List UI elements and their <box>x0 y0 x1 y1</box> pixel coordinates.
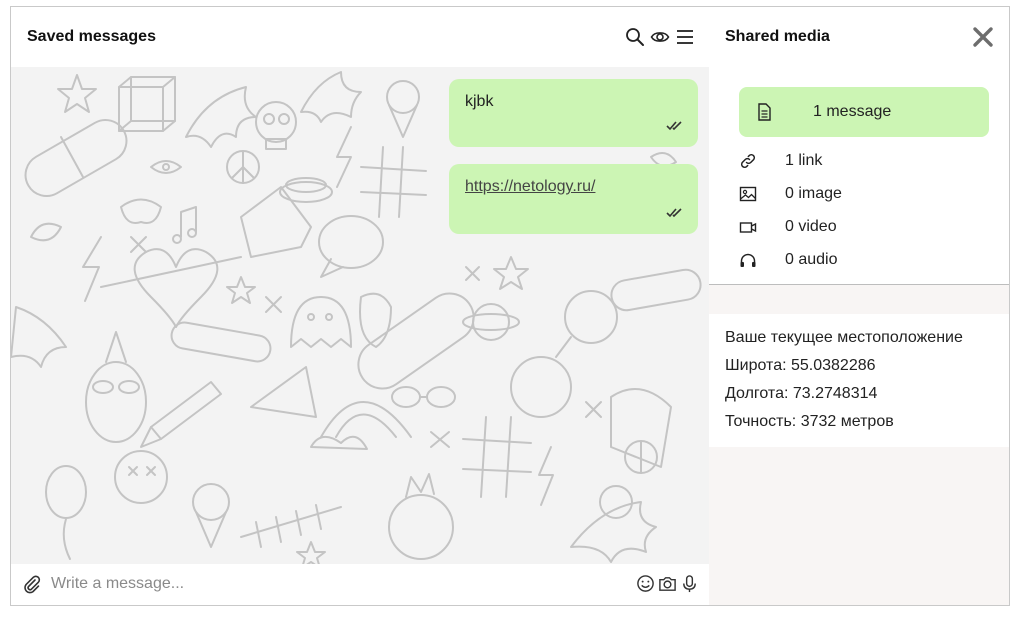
media-item-videos[interactable]: 0 video <box>739 212 989 242</box>
chat-panel: Saved messages kjbk https://netology.ru/… <box>11 7 709 605</box>
smiley-icon[interactable] <box>636 574 655 593</box>
header-actions <box>625 27 695 47</box>
shared-media-section: Shared media 1 message 1 link 0 image 0 … <box>709 7 1009 285</box>
message-link[interactable]: https://netology.ru/ <box>465 178 595 195</box>
close-icon[interactable] <box>971 25 995 49</box>
location-info: Ваше текущее местоположение Широта: 55.0… <box>709 314 1009 447</box>
media-item-label: 0 audio <box>785 251 838 268</box>
media-item-audio[interactable]: 0 audio <box>739 245 989 275</box>
paperclip-icon[interactable] <box>21 574 41 594</box>
media-item-label: 1 link <box>785 152 823 169</box>
message-composer <box>11 564 709 605</box>
media-item-images[interactable]: 0 image <box>739 179 989 209</box>
message-bubble[interactable]: kjbk <box>449 79 698 147</box>
document-icon <box>758 103 771 121</box>
latitude-value: Широта: 55.0382286 <box>725 357 876 374</box>
eye-icon[interactable] <box>650 27 670 47</box>
microphone-icon[interactable] <box>680 574 699 593</box>
composer-actions <box>636 574 699 593</box>
chat-title: Saved messages <box>27 28 156 45</box>
media-item-label: 0 image <box>785 185 842 202</box>
menu-icon[interactable] <box>675 27 695 47</box>
messenger-window: Saved messages kjbk https://netology.ru/… <box>10 6 1010 606</box>
message-list[interactable]: kjbk https://netology.ru/ <box>11 67 709 564</box>
video-icon <box>739 222 757 233</box>
media-item-label: 1 message <box>813 103 892 120</box>
message-bubble[interactable]: https://netology.ru/ <box>449 164 698 234</box>
media-item-label: 0 video <box>785 218 837 235</box>
search-icon[interactable] <box>625 27 645 47</box>
double-check-icon <box>666 121 682 131</box>
accuracy-value: Точность: 3732 метров <box>725 413 894 430</box>
chat-header: Saved messages <box>11 7 709 67</box>
message-input[interactable] <box>51 572 621 596</box>
link-icon <box>740 153 756 169</box>
camera-icon[interactable] <box>658 574 677 593</box>
longitude-value: Долгота: 73.2748314 <box>725 385 878 402</box>
location-heading: Ваше текущее местоположение <box>725 329 963 346</box>
shared-media-panel: Shared media 1 message 1 link 0 image 0 … <box>709 7 1009 605</box>
double-check-icon <box>666 208 682 218</box>
media-item-messages[interactable]: 1 message <box>739 87 989 137</box>
message-text: kjbk <box>465 93 494 110</box>
panel-title: Shared media <box>725 28 830 45</box>
headphones-icon <box>740 253 756 267</box>
image-icon <box>739 186 757 202</box>
media-item-links[interactable]: 1 link <box>739 146 989 176</box>
